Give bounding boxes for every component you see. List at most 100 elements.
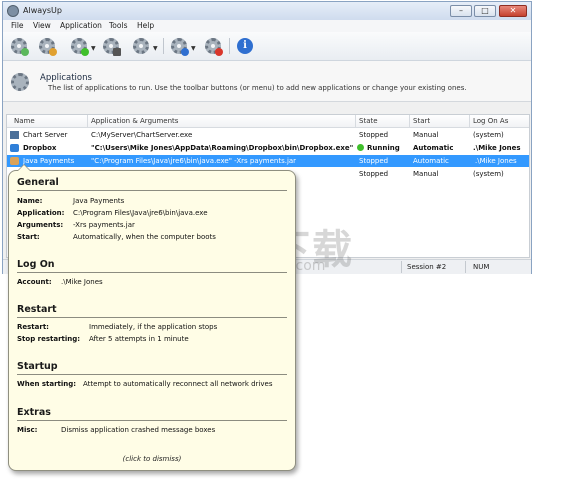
start-dropdown-icon[interactable]: ▼ [91, 45, 96, 52]
row-name: Java Payments [23, 157, 75, 165]
start-application-button[interactable] [69, 36, 89, 56]
num-lock-indicator: NUM [473, 263, 490, 271]
column-divider[interactable] [355, 115, 356, 127]
menu-tools[interactable]: Tools [109, 21, 127, 30]
toolbar-separator [229, 38, 230, 54]
help-button[interactable]: i [235, 36, 255, 56]
extras-heading: Extras [17, 407, 51, 418]
table-header: Name Application & Arguments State Start… [7, 115, 529, 128]
remove-application-button[interactable] [203, 36, 223, 56]
menu-bar: File View Application Tools Help [3, 20, 531, 32]
arguments-value: -Xrs payments.jar [73, 221, 135, 229]
title-bar[interactable]: AlwaysUp – □ ✕ [3, 2, 531, 20]
menu-file[interactable]: File [11, 21, 24, 30]
restart-application-button[interactable] [131, 36, 151, 56]
menu-application[interactable]: Application [60, 21, 102, 30]
arguments-label: Arguments: [17, 221, 64, 229]
row-logon: .\Mike Jones [475, 157, 517, 165]
column-name[interactable]: Name [14, 117, 35, 125]
application-label: Application: [17, 209, 65, 217]
column-state[interactable]: State [359, 117, 378, 125]
misc-value: Dismiss application crashed message boxe… [61, 426, 216, 434]
column-application[interactable]: Application & Arguments [91, 117, 178, 125]
section-divider [17, 272, 287, 273]
info-icon: i [237, 38, 253, 54]
stop-badge-icon [113, 48, 121, 56]
stop-restarting-label: Stop restarting: [17, 335, 81, 343]
restart-heading: Restart [17, 304, 57, 315]
misc-label: Misc: [17, 426, 38, 434]
running-status-icon [357, 144, 364, 151]
row-start: Automatic [413, 144, 454, 152]
stop-application-button[interactable] [101, 36, 121, 56]
header-title: Applications [40, 73, 92, 83]
general-heading: General [17, 177, 59, 188]
restart-label: Restart: [17, 323, 49, 331]
application-details-tooltip[interactable]: General Name: Java Payments Application:… [8, 165, 296, 471]
section-divider [17, 374, 287, 375]
start-label: Start: [17, 233, 40, 241]
section-divider [17, 317, 287, 318]
close-button[interactable]: ✕ [499, 5, 527, 17]
row-logon: (system) [473, 131, 504, 139]
row-name: Dropbox [23, 144, 57, 152]
column-start[interactable]: Start [413, 117, 430, 125]
restart-dropdown-icon[interactable]: ▼ [153, 45, 158, 52]
name-value: Java Payments [73, 197, 125, 205]
row-state: Running [357, 144, 400, 152]
column-logon[interactable]: Log On As [473, 117, 508, 125]
row-start: Manual [413, 170, 439, 178]
menu-view[interactable]: View [33, 21, 51, 30]
restart-gear-icon [133, 38, 149, 54]
account-label: Account: [17, 278, 52, 286]
plus-badge-icon [21, 48, 29, 56]
menu-help[interactable]: Help [137, 21, 154, 30]
status-divider [401, 261, 402, 273]
delete-badge-icon [215, 48, 223, 56]
row-logon: .\Mike Jones [473, 144, 521, 152]
app-logo-icon [7, 5, 19, 17]
status-divider [465, 261, 466, 273]
row-application: C:\MyServer\ChartServer.exe [91, 131, 193, 139]
maximize-button[interactable]: □ [474, 5, 496, 17]
chart-server-icon [10, 131, 19, 139]
header-description: The list of applications to run. Use the… [48, 84, 467, 92]
window-title: AlwaysUp [23, 6, 62, 15]
start-value: Automatically, when the computer boots [73, 233, 216, 241]
name-label: Name: [17, 197, 43, 205]
column-divider[interactable] [87, 115, 88, 127]
row-start: Manual [413, 131, 439, 139]
dropbox-icon [10, 144, 19, 152]
session-indicator: Session #2 [407, 263, 447, 271]
toolbar: ▼ ▼ ▼ i [3, 32, 531, 61]
column-divider[interactable] [409, 115, 410, 127]
account-value: .\Mike Jones [61, 278, 103, 286]
report-dropdown-icon[interactable]: ▼ [191, 45, 196, 52]
toolbar-separator [163, 38, 164, 54]
edit-application-button[interactable] [37, 36, 57, 56]
report-application-button[interactable] [169, 36, 189, 56]
add-application-button[interactable] [9, 36, 29, 56]
row-state: Stopped [359, 170, 389, 178]
application-value: C:\Program Files\Java\jre6\bin\java.exe [73, 209, 208, 217]
info-badge-icon [181, 48, 189, 56]
table-row[interactable]: Chart Server C:\MyServer\ChartServer.exe… [7, 129, 529, 141]
when-starting-label: When starting: [17, 380, 77, 388]
row-start: Automatic [413, 157, 449, 165]
applications-header: Applications The list of applications to… [3, 61, 531, 102]
row-application: "C:\Users\Mike Jones\AppData\Roaming\Dro… [91, 144, 354, 152]
when-starting-value: Attempt to automatically reconnect all n… [83, 380, 273, 388]
table-row-selected[interactable]: Java Payments "C:\Program Files\Java\jre… [7, 155, 529, 167]
play-badge-icon [81, 48, 89, 56]
column-divider[interactable] [469, 115, 470, 127]
row-logon: (system) [473, 170, 504, 178]
row-state: Stopped [359, 131, 389, 139]
applications-gear-icon [11, 73, 29, 91]
dismiss-link[interactable]: (click to dismiss) [9, 455, 295, 463]
startup-heading: Startup [17, 361, 58, 372]
stop-restarting-value: After 5 attempts in 1 minute [89, 335, 189, 343]
table-row[interactable]: Dropbox "C:\Users\Mike Jones\AppData\Roa… [7, 142, 529, 154]
minimize-button[interactable]: – [450, 5, 472, 17]
row-name: Chart Server [23, 131, 68, 139]
row-state: Stopped [359, 157, 389, 165]
